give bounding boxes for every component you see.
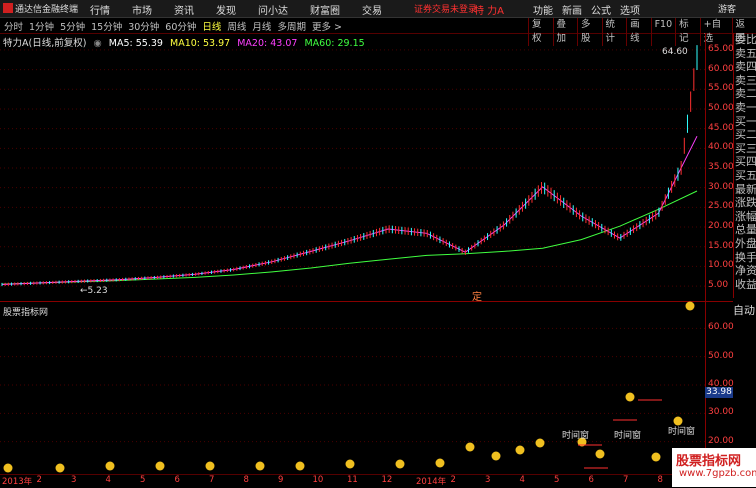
watermark-title: 股票指标网 [676, 450, 741, 469]
indicator-smiley-icon [436, 459, 445, 468]
time-window-label: 时间窗 [614, 429, 641, 441]
date-tick-label: 4 [520, 475, 525, 485]
date-tick-label: 7 [209, 475, 214, 485]
indicator-smiley-icon [106, 462, 115, 471]
indicator-smiley-icon [56, 464, 65, 473]
date-tick-label: 3 [485, 475, 490, 485]
time-window-label: 时间窗 [562, 429, 589, 441]
indicator-smiley-icon [296, 462, 305, 471]
indicator-smiley-icon [674, 417, 683, 426]
indicator-smiley-icon [652, 453, 661, 462]
date-tick-label: 7 [623, 475, 628, 485]
date-tick-label: 11 [347, 475, 358, 485]
date-axis: 2013年234567891011122014年23456789 [0, 474, 756, 488]
date-tick-label: 8 [244, 475, 249, 485]
indicator-smiley-icon [626, 393, 635, 402]
indicator-smiley-icon [156, 462, 165, 471]
date-tick-label: 12 [382, 475, 393, 485]
date-tick-label: 6 [175, 475, 180, 485]
indicator-smiley-icon [596, 450, 605, 459]
indicator-smiley-icon [206, 462, 215, 471]
indicator-smiley-icon [466, 443, 475, 452]
time-window-label: 时间窗 [668, 425, 695, 437]
chart-canvas: 64.60 ←5.23 定时间窗 时间窗 时间窗 [0, 0, 756, 487]
ma-series-line-ma20 [2, 136, 697, 284]
indicator-smiley-icon [396, 460, 405, 469]
date-tick-label: 2013年 [2, 475, 32, 487]
high-price-label: 64.60 [662, 47, 688, 57]
indicator-smiley-icon [346, 460, 355, 469]
date-tick-label: 2 [451, 475, 456, 485]
date-tick-label: 5 [554, 475, 559, 485]
date-tick-label: 5 [140, 475, 145, 485]
low-price-label: ←5.23 [80, 286, 108, 296]
indicator-smiley-icon [536, 439, 545, 448]
date-tick-label: 10 [313, 475, 324, 485]
ma-series-line-ma60 [2, 191, 697, 284]
fixed-marker: 定 [472, 290, 482, 303]
indicator-smiley-icon [516, 446, 525, 455]
watermark-url: www.7gpzb.com [679, 468, 756, 479]
date-tick-label: 9 [278, 475, 283, 485]
indicator-smiley-icon [256, 462, 265, 471]
date-tick-label: 2 [37, 475, 42, 485]
date-tick-label: 6 [589, 475, 594, 485]
indicator-smiley-icon [686, 302, 695, 311]
date-tick-label: 8 [658, 475, 663, 485]
indicator-smiley-icon [4, 464, 13, 473]
date-tick-label: 3 [71, 475, 76, 485]
date-tick-label: 4 [106, 475, 111, 485]
date-tick-label: 2014年 [416, 475, 446, 487]
indicator-smiley-icon [492, 452, 501, 461]
